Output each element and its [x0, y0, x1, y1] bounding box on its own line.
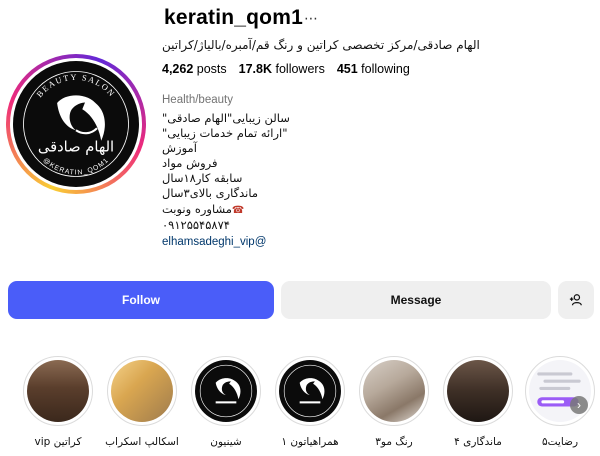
highlight-cover — [447, 360, 509, 422]
highlight-cover — [195, 360, 257, 422]
add-person-icon — [569, 294, 582, 306]
telephone-icon: ☎ — [231, 204, 245, 216]
salon-logo-graphic: BEAUTY SALON @KERATIN_QOM1 الهام صادقی — [23, 71, 129, 177]
highlight-label: اسکالپ اسکراب — [105, 436, 179, 448]
suggested-accounts-button[interactable] — [558, 281, 594, 319]
chevron-right-icon[interactable]: › — [570, 396, 588, 414]
highlight-label: کراتین vip — [34, 436, 82, 448]
svg-text:@KERATIN_QOM1: @KERATIN_QOM1 — [42, 157, 111, 177]
highlight-label: رضایت۵ — [541, 436, 579, 448]
highlight-cover — [279, 360, 341, 422]
highlight-item[interactable]: رضایت۵ — [520, 356, 600, 448]
highlight-ring — [443, 356, 513, 426]
salon-logo: BEAUTY SALON @KERATIN_QOM1 الهام صادقی — [13, 61, 139, 187]
following-count: 451 — [336, 62, 358, 76]
profile-category: Health/beauty — [162, 94, 233, 106]
highlight-ring — [23, 356, 93, 426]
avatar-top-text: BEAUTY SALON — [35, 73, 115, 99]
highlight-label: ماندگاری ۴ — [454, 436, 502, 448]
highlight-item[interactable]: همراهیاتون ۱ — [270, 356, 350, 448]
bio-line: ماندگاری بالای۳سال — [162, 186, 259, 201]
followers-stat[interactable]: 17.8K followers — [239, 62, 325, 76]
following-label: following — [361, 62, 410, 76]
profile-username: keratin_qom1 — [164, 6, 303, 29]
story-highlights: کراتین vip اسکالپ اسکراب شینیون همراهیات… — [0, 356, 600, 456]
posts-stat: 4,262 posts — [162, 62, 227, 76]
profile-bio: سالن زیبایی"الهام صادقی" "ارائه تمام خدم… — [162, 111, 362, 233]
bio-line-contact: مشاوره ونوبت☎ — [162, 202, 362, 218]
salon-logo-icon — [199, 364, 253, 418]
highlight-item[interactable]: ماندگاری ۴ — [438, 356, 518, 448]
highlight-ring — [525, 356, 595, 426]
highlight-ring — [275, 356, 345, 426]
bio-line: فروش مواد — [162, 156, 218, 171]
bio-line: سالن زیبایی"الهام صادقی" — [162, 111, 290, 125]
salon-logo-icon — [283, 364, 337, 418]
highlight-item[interactable]: اسکالپ اسکراب — [102, 356, 182, 448]
highlight-item[interactable]: شینیون — [186, 356, 266, 448]
highlight-label: شینیون — [210, 436, 242, 448]
highlight-label: رنگ مو۳ — [375, 436, 413, 448]
bio-line: "ارائه تمام خدمات زیبایی" — [162, 126, 288, 141]
highlight-cover — [27, 360, 89, 422]
message-button[interactable]: Message — [281, 281, 551, 319]
profile-full-name: الهام صادقی/مرکز تخصصی کراتین و رنگ قم/آ… — [162, 38, 480, 52]
followers-count: 17.8K — [238, 62, 273, 76]
highlight-ring — [191, 356, 261, 426]
bio-phone-number: ۰۹۱۲۵۵۴۵۸۷۴ — [162, 217, 230, 232]
bio-line: مشاوره ونوبت — [162, 201, 232, 216]
highlight-item[interactable]: رنگ مو۳ — [354, 356, 434, 448]
highlight-label: همراهیاتون ۱ — [281, 436, 339, 448]
highlight-item[interactable]: کراتین vip — [18, 356, 98, 448]
profile-stats: 4,262 posts 17.8K followers 451 followin… — [162, 62, 410, 76]
highlight-ring — [359, 356, 429, 426]
posts-label: posts — [196, 62, 227, 76]
bio-line: سابقه کار۱۸سال — [162, 171, 243, 186]
following-stat[interactable]: 451 following — [337, 62, 410, 76]
avatar-brand-text: الهام صادقی — [38, 138, 114, 155]
svg-text:BEAUTY SALON: BEAUTY SALON — [35, 73, 117, 99]
avatar-inner: BEAUTY SALON @KERATIN_QOM1 الهام صادقی — [10, 58, 142, 190]
highlight-ring — [107, 356, 177, 426]
posts-count: 4,262 — [162, 62, 194, 76]
profile-avatar[interactable]: BEAUTY SALON @KERATIN_QOM1 الهام صادقی — [6, 54, 146, 194]
bio-line: آموزش — [162, 141, 197, 156]
more-horizontal-icon[interactable]: ⋯ — [304, 10, 319, 27]
avatar-bottom-text: @KERATIN_QOM1 — [42, 157, 110, 177]
follow-button[interactable]: Follow — [8, 281, 274, 319]
followers-label: followers — [275, 62, 325, 76]
highlight-cover — [111, 360, 173, 422]
highlight-cover — [363, 360, 425, 422]
profile-link[interactable]: elhamsadeghi_vip@ — [162, 236, 266, 248]
